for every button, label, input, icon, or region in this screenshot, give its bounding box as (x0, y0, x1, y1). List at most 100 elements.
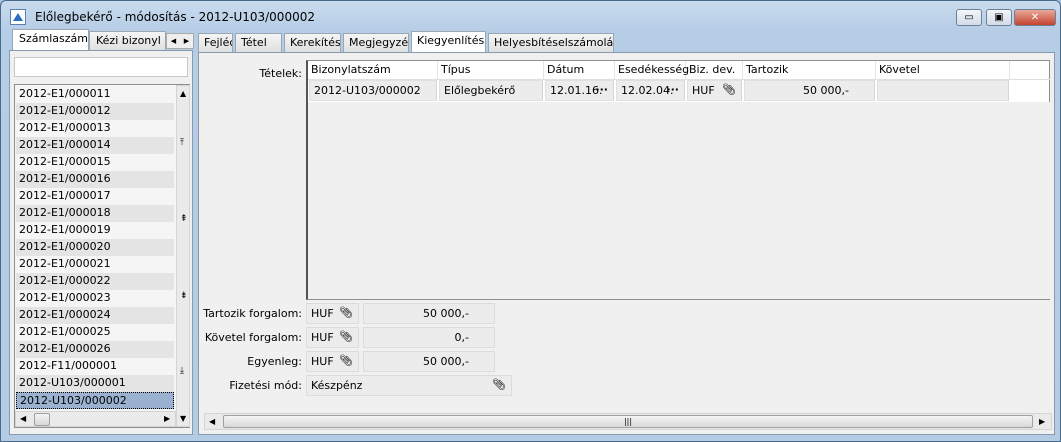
summary-label: Egyenleg: (247, 355, 302, 368)
maximize-button[interactable]: ▣ (986, 9, 1012, 26)
scroll-thumb[interactable]: ||| (223, 415, 1033, 428)
list-item[interactable]: 2012-U103/000001 (16, 375, 174, 392)
ellipsis-icon[interactable]: ··· (666, 83, 679, 96)
search-input[interactable] (14, 57, 188, 77)
paperclip-icon[interactable]: 📎︎ (492, 378, 506, 391)
scroll-up-icon[interactable]: ▲ (180, 89, 186, 98)
currency-field[interactable]: HUF 📎︎ (306, 327, 359, 348)
column-header[interactable]: Típus (438, 61, 544, 79)
list-item[interactable]: 2012-E1/000023 (16, 290, 174, 307)
ellipsis-icon[interactable]: ··· (595, 83, 608, 96)
scroll-down-icon[interactable]: ▼ (180, 414, 186, 423)
payment-method-field[interactable]: Készpénz 📎︎ (306, 375, 512, 396)
vertical-scrollbar[interactable]: ▲ ⤒ ⇞ ⇟ ⤓ ▼ (176, 85, 190, 427)
currency-field[interactable]: HUF 📎︎ (306, 303, 359, 324)
summary-label: Követel forgalom: (204, 331, 302, 344)
grid-cell[interactable]: 2012-U103/000002 (309, 80, 437, 101)
list-item[interactable]: 2012-E1/000011 (16, 86, 174, 103)
cell-value: Előlegbekérő (444, 84, 516, 97)
column-header[interactable]: Bizonylatszám (308, 61, 438, 79)
grid-cell[interactable]: Előlegbekérő (439, 80, 543, 101)
grid-cell[interactable]: 50 000,- (744, 80, 875, 101)
scroll-thumb[interactable] (34, 413, 50, 426)
list-item[interactable]: 2012-E1/000021 (16, 256, 174, 273)
grid-cell[interactable]: 12.01.16. ··· (545, 80, 614, 101)
list-item[interactable]: 2012-E1/000020 (16, 239, 174, 256)
paperclip-icon[interactable]: 📎︎ (722, 83, 736, 96)
scroll-top-icon[interactable]: ⤒ (180, 138, 184, 148)
left-panel-body: 2012-E1/000011 2012-E1/000012 2012-E1/0000… (9, 50, 193, 435)
scroll-left-icon[interactable]: ◀ (20, 414, 26, 423)
paperclip-icon[interactable]: 📎︎ (339, 330, 353, 343)
list-item[interactable]: 2012-U103/000002 (16, 392, 174, 409)
grid-cell[interactable]: 12.02.04. ··· (616, 80, 685, 101)
amount-field: 50 000,- (363, 303, 495, 324)
cell-value: 50 000,- (803, 84, 849, 97)
list-item[interactable]: 2012-E1/000012 (16, 103, 174, 120)
tab-fejlec[interactable]: Fejléc (198, 33, 233, 52)
scroll-bottom-icon[interactable]: ⤓ (180, 366, 184, 376)
payment-method-value: Készpénz (311, 379, 363, 392)
list-item[interactable]: 2012-E1/000015 (16, 154, 174, 171)
cell-value: HUF (692, 84, 715, 97)
tab-helyesbiteselszamolas[interactable]: Helyesbítéselszámolás (488, 33, 614, 52)
currency-field[interactable]: HUF 📎︎ (306, 351, 359, 372)
right-panel: Fejléc Tétel Kerekítés Megjegyzés Kiegyenlít… (198, 31, 1055, 435)
horizontal-scrollbar[interactable]: ◀ ▶ (15, 411, 176, 427)
horizontal-scrollbar-main[interactable]: ◀ ||| ▶ (204, 413, 1052, 430)
cell-value: 2012-U103/000002 (314, 84, 421, 97)
amount-field: 50 000,- (363, 351, 495, 372)
list-item[interactable]: 2012-E1/000017 (16, 188, 174, 205)
currency-value: HUF (311, 331, 334, 344)
grid-cell[interactable]: HUF 📎︎ (687, 80, 742, 101)
kiegyenlites-page: Tételek: Bizonylatszám Típus Dátum Esedékes… (198, 52, 1055, 435)
scroll-left-icon[interactable]: ◀ (209, 417, 215, 426)
list-item[interactable]: 2012-E1/000016 (16, 171, 174, 188)
grid-cell[interactable] (877, 80, 1009, 101)
tab-tetel[interactable]: Tétel (235, 33, 282, 52)
scroll-right-icon[interactable]: ▶ (164, 414, 170, 423)
window-title: Előlegbekérő - módosítás - 2012-U103/000… (35, 10, 315, 24)
tab-kezi-bizonylat[interactable]: Kézi bizonyl (89, 31, 166, 50)
arrow-left-icon[interactable]: ◀ (171, 34, 176, 48)
tab-kerekites[interactable]: Kerekítés (284, 33, 341, 52)
left-panel: Számlaszám Kézi bizonyl ◀ ▶ 2012-E1/00001… (9, 29, 194, 435)
list-item[interactable]: 2012-F11/000001 (16, 358, 174, 375)
tab-szamlaszam[interactable]: Számlaszám (12, 29, 89, 50)
page-down-icon[interactable]: ⇟ (180, 291, 188, 301)
app-icon (10, 9, 26, 25)
column-header[interactable]: Biz. dev. (686, 61, 743, 79)
tetelek-label: Tételek: (259, 67, 302, 80)
tab-kiegyenlites[interactable]: Kiegyenlítés (411, 31, 486, 52)
paperclip-icon[interactable]: 📎︎ (339, 354, 353, 367)
arrow-right-icon[interactable]: ▶ (184, 34, 189, 48)
amount-field: 0,- (363, 327, 495, 348)
list-item[interactable]: 2012-E1/000025 (16, 324, 174, 341)
column-header[interactable]: Tartozik (743, 61, 876, 79)
list-item[interactable]: 2012-E1/000019 (16, 222, 174, 239)
scroll-right-icon[interactable]: ▶ (1039, 417, 1045, 426)
page-up-icon[interactable]: ⇞ (180, 214, 188, 224)
currency-value: HUF (311, 355, 334, 368)
minimize-button[interactable]: ▭ (956, 9, 982, 26)
list-item[interactable]: 2012-E1/000013 (16, 120, 174, 137)
payment-label: Fizetési mód: (229, 379, 302, 392)
invoice-list: 2012-E1/000011 2012-E1/000012 2012-E1/0000… (14, 84, 190, 428)
window: Előlegbekérő - módosítás - 2012-U103/000… (0, 0, 1061, 442)
list-item[interactable]: 2012-E1/000026 (16, 341, 174, 358)
column-header[interactable]: Dátum (544, 61, 615, 79)
column-header[interactable]: Esedékesség (615, 61, 689, 79)
grid-empty-area (308, 102, 1050, 299)
close-button[interactable]: ✕ (1014, 9, 1056, 26)
list-item[interactable]: 2012-E1/000022 (16, 273, 174, 290)
column-header[interactable]: Követel (876, 61, 1010, 79)
items-grid: Bizonylatszám Típus Dátum Esedékesség Biz. d… (306, 60, 1050, 300)
paperclip-icon[interactable]: 📎︎ (339, 306, 353, 319)
currency-value: HUF (311, 307, 334, 320)
list-item[interactable]: 2012-E1/000024 (16, 307, 174, 324)
list-item[interactable]: 2012-E1/000014 (16, 137, 174, 154)
tab-megjegyzes[interactable]: Megjegyzés (343, 33, 409, 52)
tab-scroll[interactable]: ◀ ▶ (166, 33, 194, 49)
list-item[interactable]: 2012-E1/000018 (16, 205, 174, 222)
summary-label: Tartozik forgalom: (203, 307, 302, 320)
